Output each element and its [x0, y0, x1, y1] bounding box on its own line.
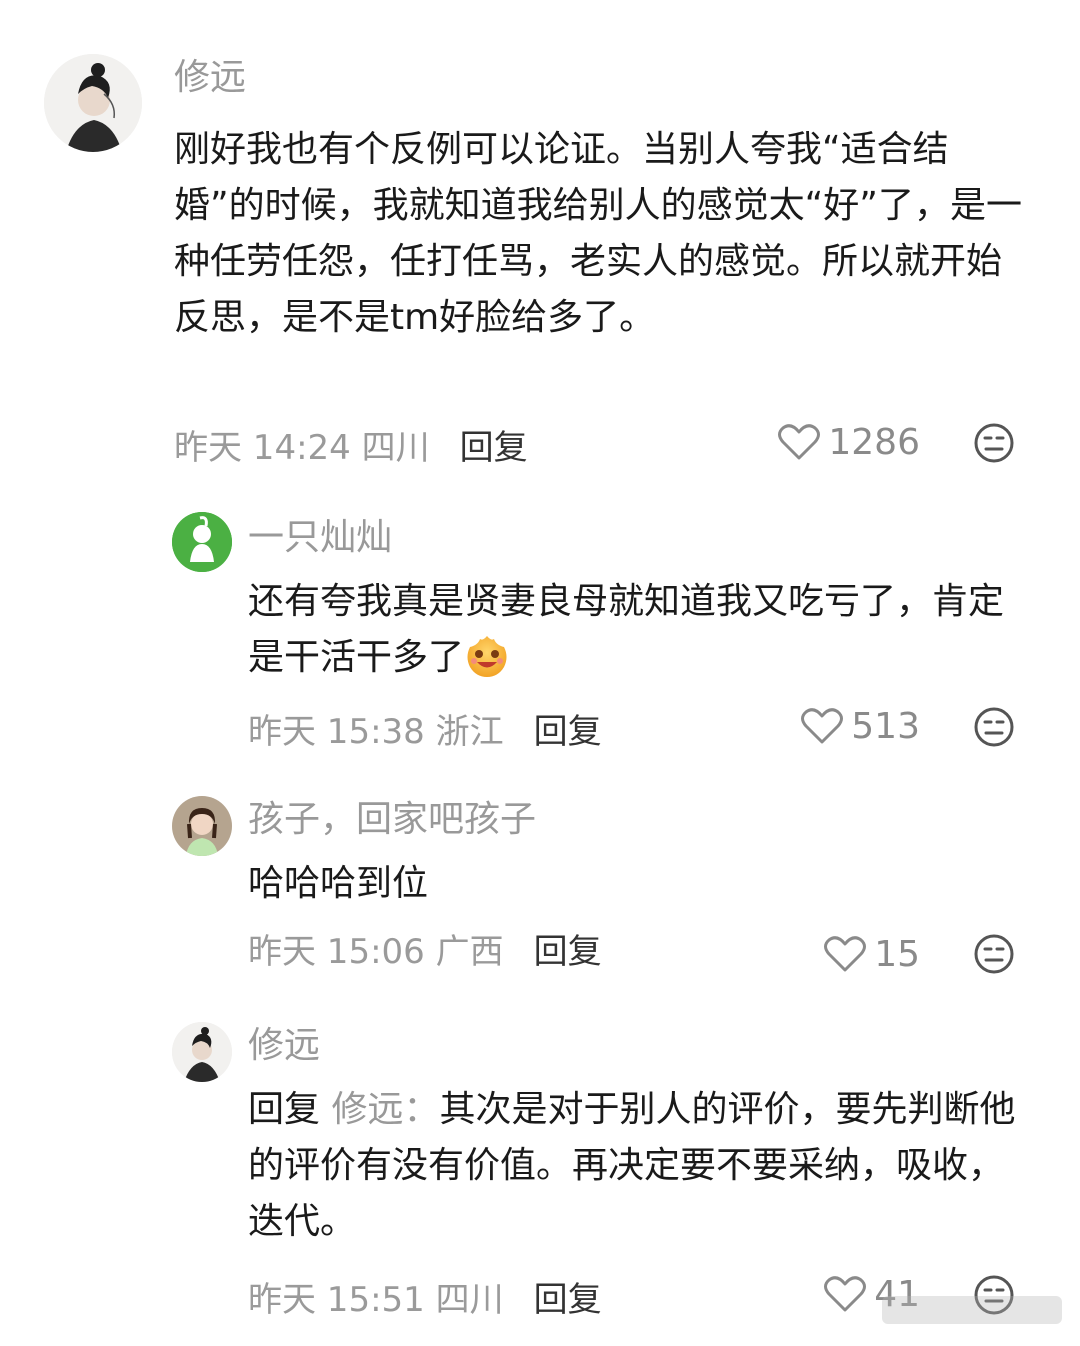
username[interactable]: 孩子，回家吧孩子	[248, 798, 536, 842]
watermark	[882, 1296, 1062, 1324]
comment-meta: 昨天 15:38 浙江 回复	[248, 710, 602, 754]
neutral-face-icon	[974, 707, 1014, 747]
reply-button[interactable]: 回复	[534, 1280, 602, 1320]
comment-text: 还有夸我真是贤妻良母就知道我又吃亏了，肯定是干活干多了	[248, 574, 1008, 696]
reply-mention[interactable]: 修远：	[331, 1089, 439, 1130]
reply-prefix: 回复	[248, 1089, 321, 1130]
like-button[interactable]: 513	[801, 704, 920, 748]
username[interactable]: 一只灿灿	[248, 516, 392, 560]
comment-text: 刚好我也有个反例可以论证。当别人夸我“适合结婚”的时候，我就知道我给别人的感觉太…	[174, 129, 1022, 338]
timestamp-location: 昨天 15:38 浙江	[248, 712, 504, 752]
dislike-button[interactable]	[972, 932, 1016, 976]
comment-text: 哈哈哈到位	[248, 863, 429, 904]
timestamp-location: 昨天 15:51 四川	[248, 1280, 504, 1320]
like-count: 1286	[828, 421, 920, 463]
avatar[interactable]	[172, 512, 232, 572]
neutral-face-icon	[974, 423, 1014, 463]
avatar[interactable]	[44, 54, 142, 152]
heart-outline-icon	[824, 1276, 867, 1312]
comment-meta: 昨天 14:24 四川 回复	[174, 426, 528, 470]
dislike-button[interactable]	[972, 421, 1016, 465]
dislike-button[interactable]	[972, 705, 1016, 749]
heart-outline-icon	[801, 708, 844, 744]
like-button[interactable]: 1286	[778, 420, 920, 464]
avatar[interactable]	[172, 1022, 232, 1082]
reply-button[interactable]: 回复	[534, 932, 602, 972]
timestamp-location: 昨天 15:06 广西	[248, 932, 504, 972]
reply-button[interactable]: 回复	[534, 712, 602, 752]
comment-text: 回复 修远：其次是对于别人的评价，要先判断他的评价有没有价值。再决定要不要采纳，…	[248, 1089, 1016, 1242]
like-count: 15	[874, 933, 920, 975]
avatar[interactable]	[172, 796, 232, 856]
smiling-face-emoji	[464, 633, 510, 696]
like-button[interactable]: 15	[824, 932, 920, 976]
like-count: 513	[851, 705, 920, 747]
comment-meta: 昨天 15:06 广西 回复	[248, 930, 602, 974]
heart-outline-icon	[824, 936, 867, 972]
heart-outline-icon	[778, 424, 821, 460]
comment-meta: 昨天 15:51 四川 回复	[248, 1278, 602, 1322]
username[interactable]: 修远	[174, 56, 246, 100]
username[interactable]: 修远	[248, 1024, 320, 1068]
timestamp-location: 昨天 14:24 四川	[174, 428, 430, 468]
reply-button[interactable]: 回复	[460, 428, 528, 468]
neutral-face-icon	[974, 934, 1014, 974]
